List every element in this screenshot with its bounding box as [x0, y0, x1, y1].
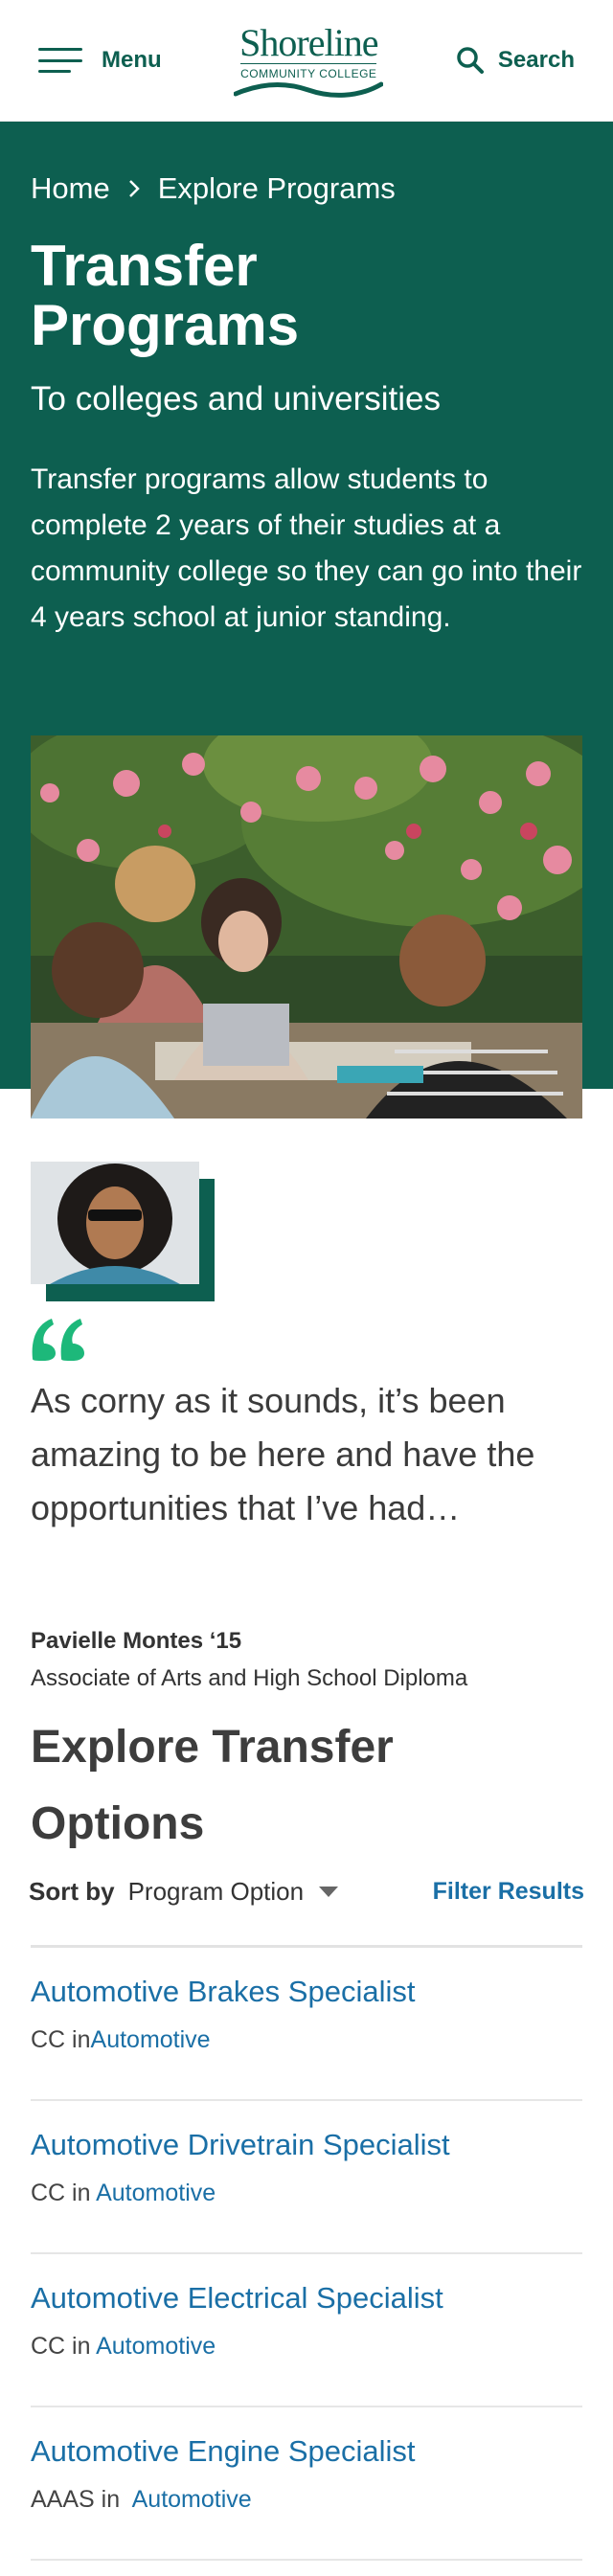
testimonial-name: Pavielle Montes ‘15 — [31, 1628, 242, 1654]
intro-text: Transfer programs allow students to comp… — [31, 463, 582, 633]
page-title: Transfer Programs — [31, 234, 300, 357]
logo-wave-icon — [234, 81, 384, 98]
sort-select[interactable]: Program Option — [128, 1877, 339, 1907]
program-area-link[interactable]: Automotive — [96, 2180, 216, 2206]
search-button[interactable]: Search — [456, 46, 575, 75]
testimonial-avatar — [31, 1162, 215, 1301]
program-credential: CC in — [31, 2026, 91, 2053]
list-item: Automotive Brakes Specialist CC inAutomo… — [31, 1948, 582, 2101]
menu-label: Menu — [102, 47, 162, 73]
explore-title: Explore Transfer Options — [31, 1722, 394, 1849]
breadcrumb: Home Explore Programs — [31, 171, 396, 206]
sort-label: Sort by — [29, 1876, 115, 1906]
caret-down-icon — [319, 1886, 339, 1897]
avatar — [31, 1162, 199, 1284]
program-area-link[interactable]: Automotive — [91, 2026, 211, 2053]
sort-select-value: Program Option — [127, 1876, 305, 1906]
program-link[interactable]: Automotive Drivetrain Specialist — [31, 2128, 450, 2162]
program-credential: CC in — [31, 2333, 97, 2360]
site-header: Menu Shoreline COMMUNITY COLLEGE Search — [0, 0, 613, 122]
hero-photo — [31, 735, 582, 1119]
list-item: Automotive Drivetrain Specialist CC in A… — [31, 2101, 582, 2254]
breadcrumb-home-link[interactable]: Home — [31, 171, 110, 206]
page-subtitle: To colleges and universities — [31, 380, 442, 418]
program-link[interactable]: Automotive Engine Specialist — [31, 2434, 416, 2469]
list-item: Automotive Electrical Specialist CC in A… — [31, 2254, 582, 2407]
search-icon — [457, 47, 484, 74]
program-meta: AAAS in Automotive — [31, 2486, 252, 2514]
search-label: Search — [497, 47, 575, 73]
program-link[interactable]: Automotive Electrical Specialist — [31, 2281, 443, 2316]
site-logo[interactable]: Shoreline COMMUNITY COLLEGE — [234, 21, 384, 98]
testimonial-role: Associate of Arts and High School Diplom… — [31, 1665, 468, 1691]
program-credential: AAAS in — [31, 2486, 132, 2513]
quote-icon — [32, 1319, 84, 1361]
menu-button[interactable]: Menu — [38, 47, 162, 74]
chevron-right-icon — [128, 180, 140, 197]
program-area-link[interactable]: Automotive — [132, 2486, 252, 2513]
program-meta: CC in Automotive — [31, 2333, 216, 2361]
sort-bar: Sort by Program Option Filter Results — [29, 1872, 584, 1910]
breadcrumb-current-link[interactable]: Explore Programs — [158, 171, 396, 206]
filter-results-button[interactable]: Filter Results — [433, 1878, 584, 1906]
testimonial-quote: As corny as it sounds, it’s been amazing… — [31, 1381, 535, 1527]
logo-subtitle: COMMUNITY COLLEGE — [240, 63, 377, 80]
program-link[interactable]: Automotive Brakes Specialist — [31, 1975, 415, 2009]
program-meta: CC in Automotive — [31, 2180, 216, 2207]
hamburger-icon — [38, 48, 82, 73]
list-item: Automotive Engine Specialist AAAS in Aut… — [31, 2407, 582, 2561]
program-credential: CC in — [31, 2180, 97, 2206]
logo-name: Shoreline — [239, 21, 378, 64]
program-meta: CC inAutomotive — [31, 2026, 211, 2054]
program-area-link[interactable]: Automotive — [96, 2333, 216, 2360]
